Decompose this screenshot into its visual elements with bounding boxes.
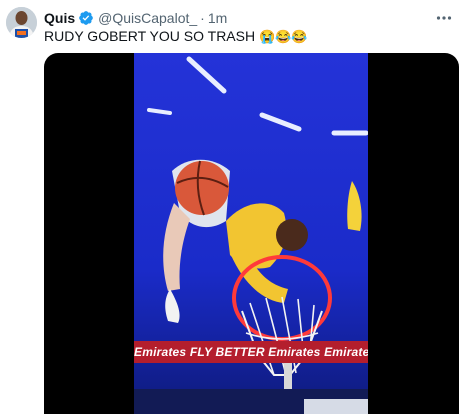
tweet-text: RUDY GOBERT YOU SO TRASH 😭😂😂: [44, 27, 308, 46]
tweet-text-body: RUDY GOBERT YOU SO TRASH: [44, 28, 256, 44]
verified-badge-icon: [78, 10, 94, 26]
tweet[interactable]: Quis @QuisCapalot_ · 1m RUDY GOBERT YOU …: [0, 0, 474, 414]
timestamp[interactable]: 1m: [208, 9, 227, 27]
avatar-image: [6, 7, 37, 38]
tweet-emojis: 😭😂😂: [258, 29, 308, 44]
video-frame[interactable]: Emirates FLY BETTER Emirates Emirates: [134, 53, 368, 414]
tweet-header: Quis @QuisCapalot_ · 1m: [44, 9, 227, 27]
separator-dot: ·: [200, 10, 205, 26]
user-handle[interactable]: @QuisCapalot_: [98, 9, 197, 27]
video-player[interactable]: Emirates FLY BETTER Emirates Emirates: [44, 53, 459, 414]
avatar[interactable]: [6, 7, 37, 38]
arena-banner-text: Emirates FLY BETTER Emirates Emirates: [134, 345, 368, 359]
more-options-icon[interactable]: [434, 8, 454, 28]
display-name[interactable]: Quis: [44, 9, 75, 27]
arena-banner: Emirates FLY BETTER Emirates Emirates: [134, 344, 368, 360]
